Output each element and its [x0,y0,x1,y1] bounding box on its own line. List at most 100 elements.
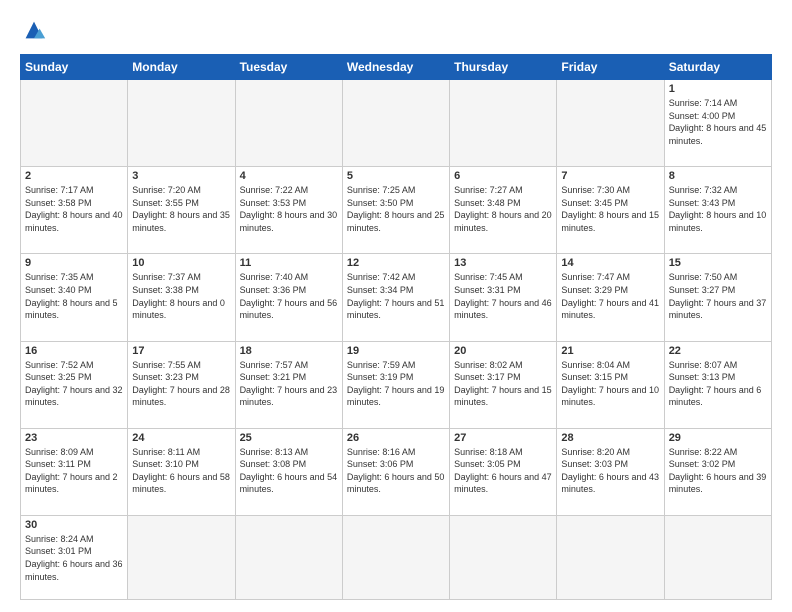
day-info: Sunrise: 7:40 AMSunset: 3:36 PMDaylight:… [240,271,338,321]
calendar-cell: 15 Sunrise: 7:50 AMSunset: 3:27 PMDayligh… [664,254,771,341]
calendar-cell [342,80,449,167]
calendar-cell [342,515,449,599]
weekday-header-saturday: Saturday [664,55,771,80]
calendar-cell [128,80,235,167]
day-info: Sunrise: 7:47 AMSunset: 3:29 PMDaylight:… [561,271,659,321]
calendar-cell: 9 Sunrise: 7:35 AMSunset: 3:40 PMDaylight… [21,254,128,341]
day-number: 29 [669,432,767,444]
logo [20,16,52,44]
day-info: Sunrise: 8:22 AMSunset: 3:02 PMDaylight:… [669,446,767,496]
weekday-header-thursday: Thursday [450,55,557,80]
calendar-cell: 28 Sunrise: 8:20 AMSunset: 3:03 PMDayligh… [557,428,664,515]
day-info: Sunrise: 7:22 AMSunset: 3:53 PMDaylight:… [240,184,338,234]
calendar-cell: 21 Sunrise: 8:04 AMSunset: 3:15 PMDayligh… [557,341,664,428]
calendar-cell: 6 Sunrise: 7:27 AMSunset: 3:48 PMDaylight… [450,167,557,254]
weekday-header-monday: Monday [128,55,235,80]
day-number: 16 [25,345,123,357]
calendar-cell: 3Sunrise: 7:20 AMSunset: 3:55 PMDaylight… [128,167,235,254]
day-number: 28 [561,432,659,444]
day-number: 8 [669,170,767,182]
calendar-cell: 22Sunrise: 8:07 AMSunset: 3:13 PMDayligh… [664,341,771,428]
day-number: 19 [347,345,445,357]
day-info: Sunrise: 7:14 AMSunset: 4:00 PMDaylight:… [669,97,767,147]
day-number: 6 [454,170,552,182]
day-number: 4 [240,170,338,182]
calendar-cell: 12 Sunrise: 7:42 AMSunset: 3:34 PMDayligh… [342,254,449,341]
day-info: Sunrise: 8:11 AMSunset: 3:10 PMDaylight:… [132,446,230,496]
calendar-cell: 10Sunrise: 7:37 AMSunset: 3:38 PMDayligh… [128,254,235,341]
weekday-header-sunday: Sunday [21,55,128,80]
day-number: 30 [25,519,123,531]
day-number: 11 [240,257,338,269]
calendar-cell: 29 Sunrise: 8:22 AMSunset: 3:02 PMDayligh… [664,428,771,515]
calendar-cell: 14 Sunrise: 7:47 AMSunset: 3:29 PMDayligh… [557,254,664,341]
day-number: 3 [132,170,230,182]
day-info: Sunrise: 7:30 AMSunset: 3:45 PMDaylight:… [561,184,659,234]
day-number: 14 [561,257,659,269]
day-number: 5 [347,170,445,182]
calendar-cell: 2 Sunrise: 7:17 AMSunset: 3:58 PMDaylight… [21,167,128,254]
day-info: Sunrise: 7:17 AMSunset: 3:58 PMDaylight:… [25,184,123,234]
calendar-cell: 7 Sunrise: 7:30 AMSunset: 3:45 PMDaylight… [557,167,664,254]
day-info: Sunrise: 7:35 AMSunset: 3:40 PMDaylight:… [25,271,123,321]
calendar-cell [664,515,771,599]
calendar-cell: 19Sunrise: 7:59 AMSunset: 3:19 PMDayligh… [342,341,449,428]
day-number: 22 [669,345,767,357]
day-info: Sunrise: 8:13 AMSunset: 3:08 PMDaylight:… [240,446,338,496]
day-number: 1 [669,83,767,95]
calendar-week-row: 1 Sunrise: 7:14 AMSunset: 4:00 PMDaylight… [21,80,772,167]
day-info: Sunrise: 7:42 AMSunset: 3:34 PMDaylight:… [347,271,445,321]
calendar-cell: 1 Sunrise: 7:14 AMSunset: 4:00 PMDaylight… [664,80,771,167]
day-number: 2 [25,170,123,182]
calendar-cell [450,80,557,167]
calendar-week-row: 2 Sunrise: 7:17 AMSunset: 3:58 PMDaylight… [21,167,772,254]
day-number: 17 [132,345,230,357]
day-number: 25 [240,432,338,444]
day-number: 18 [240,345,338,357]
day-number: 21 [561,345,659,357]
calendar-cell [21,80,128,167]
page: SundayMondayTuesdayWednesdayThursdayFrid… [0,0,792,612]
day-info: Sunrise: 7:45 AMSunset: 3:31 PMDaylight:… [454,271,552,321]
calendar-cell: 20 Sunrise: 8:02 AMSunset: 3:17 PMDayligh… [450,341,557,428]
day-info: Sunrise: 7:52 AMSunset: 3:25 PMDaylight:… [25,359,123,409]
calendar-cell: 5 Sunrise: 7:25 AMSunset: 3:50 PMDaylight… [342,167,449,254]
calendar-cell [128,515,235,599]
day-info: Sunrise: 7:55 AMSunset: 3:23 PMDaylight:… [132,359,230,409]
calendar-cell: 13Sunrise: 7:45 AMSunset: 3:31 PMDayligh… [450,254,557,341]
calendar-cell: 16 Sunrise: 7:52 AMSunset: 3:25 PMDayligh… [21,341,128,428]
calendar-cell: 11 Sunrise: 7:40 AMSunset: 3:36 PMDayligh… [235,254,342,341]
calendar-cell: 30 Sunrise: 8:24 AMSunset: 3:01 PMDayligh… [21,515,128,599]
calendar-week-row: 16 Sunrise: 7:52 AMSunset: 3:25 PMDayligh… [21,341,772,428]
calendar-table: SundayMondayTuesdayWednesdayThursdayFrid… [20,54,772,600]
calendar-cell [235,515,342,599]
day-number: 20 [454,345,552,357]
calendar-cell [235,80,342,167]
day-number: 9 [25,257,123,269]
day-info: Sunrise: 8:24 AMSunset: 3:01 PMDaylight:… [25,533,123,583]
calendar-cell: 24Sunrise: 8:11 AMSunset: 3:10 PMDayligh… [128,428,235,515]
day-number: 23 [25,432,123,444]
calendar-week-row: 23Sunrise: 8:09 AMSunset: 3:11 PMDayligh… [21,428,772,515]
day-info: Sunrise: 8:02 AMSunset: 3:17 PMDaylight:… [454,359,552,409]
day-number: 7 [561,170,659,182]
calendar-cell: 25 Sunrise: 8:13 AMSunset: 3:08 PMDayligh… [235,428,342,515]
weekday-header-friday: Friday [557,55,664,80]
day-info: Sunrise: 7:57 AMSunset: 3:21 PMDaylight:… [240,359,338,409]
weekday-header-wednesday: Wednesday [342,55,449,80]
weekday-header-row: SundayMondayTuesdayWednesdayThursdayFrid… [21,55,772,80]
day-info: Sunrise: 7:50 AMSunset: 3:27 PMDaylight:… [669,271,767,321]
day-number: 15 [669,257,767,269]
header [20,16,772,44]
day-info: Sunrise: 7:27 AMSunset: 3:48 PMDaylight:… [454,184,552,234]
calendar-week-row: 9 Sunrise: 7:35 AMSunset: 3:40 PMDaylight… [21,254,772,341]
day-info: Sunrise: 8:20 AMSunset: 3:03 PMDaylight:… [561,446,659,496]
calendar-week-row: 30 Sunrise: 8:24 AMSunset: 3:01 PMDayligh… [21,515,772,599]
calendar-cell: 27Sunrise: 8:18 AMSunset: 3:05 PMDayligh… [450,428,557,515]
day-info: Sunrise: 8:04 AMSunset: 3:15 PMDaylight:… [561,359,659,409]
calendar-cell [450,515,557,599]
day-number: 12 [347,257,445,269]
calendar-cell: 26Sunrise: 8:16 AMSunset: 3:06 PMDayligh… [342,428,449,515]
day-info: Sunrise: 7:25 AMSunset: 3:50 PMDaylight:… [347,184,445,234]
day-info: Sunrise: 7:32 AMSunset: 3:43 PMDaylight:… [669,184,767,234]
